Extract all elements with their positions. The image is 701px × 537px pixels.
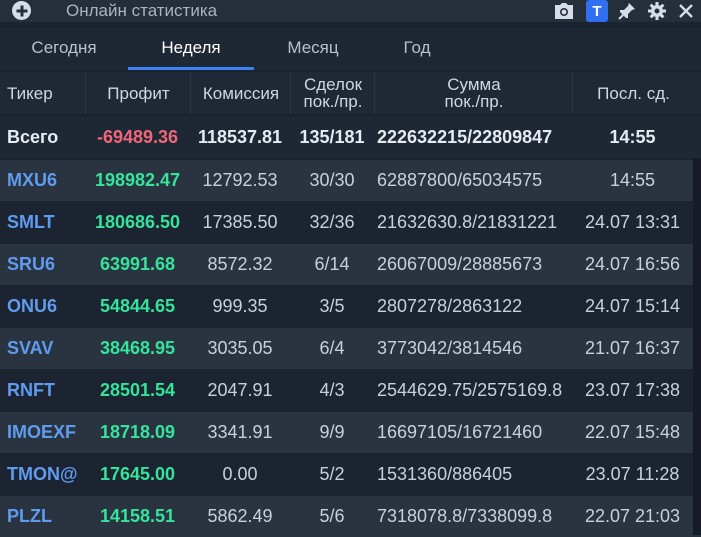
tab-year[interactable]: Год [372, 28, 462, 68]
table-row[interactable]: IMOEXF 18718.09 3341.91 9/9 16697105/1672146… [0, 412, 701, 453]
row-ticker: IMOEXF [7, 422, 77, 442]
row-last-deal: 14:55 [609, 170, 656, 190]
row-deals: 4/3 [319, 380, 345, 400]
title-bar: Онлайн статистика T [0, 0, 701, 22]
row-sum: 7318078.8/7338099.8 [377, 506, 553, 526]
row-last-deal: 22.07 21:03 [584, 506, 681, 526]
table-row[interactable]: PLZL 14158.51 5862.49 5/6 7318078.8/7338099.… [0, 496, 701, 537]
tab-week[interactable]: Неделя [128, 28, 254, 70]
row-ticker: ONU6 [7, 296, 58, 316]
row-commission: 17385.50 [202, 212, 278, 232]
row-ticker: PLZL [7, 506, 52, 526]
table-row[interactable]: SRU6 63991.68 8572.32 6/14 26067009/28885673… [0, 244, 701, 285]
table-row[interactable]: TMON@ 17645.00 0.00 5/2 1531360/886405 23.07 … [0, 454, 701, 495]
row-sum: 16697105/16721460 [377, 422, 543, 442]
window-title: Онлайн статистика [66, 1, 218, 20]
table-row[interactable]: ONU6 54844.65 999.35 3/5 2807278/2863122 24.0… [0, 286, 701, 327]
tab-today[interactable]: Сегодня [0, 28, 128, 68]
row-sum: 2807278/2863122 [377, 296, 523, 316]
row-deals: 6/4 [319, 338, 345, 358]
header-deals[interactable]: Сделок пок./пр. [290, 72, 375, 114]
row-last-deal: 21.07 16:37 [584, 338, 681, 358]
row-ticker: RNFT [7, 380, 55, 400]
row-commission: 5862.49 [207, 506, 273, 526]
add-icon[interactable] [12, 1, 31, 20]
row-ticker: MXU6 [7, 170, 58, 190]
camera-icon[interactable] [552, 1, 576, 21]
row-deals: 6/14 [314, 254, 350, 274]
row-profit: 198982.47 [94, 170, 181, 190]
row-profit: 17645.00 [99, 464, 176, 484]
row-commission: 0.00 [222, 464, 258, 484]
table-header: Тикер Профит Комиссия Сделок пок./пр. Су… [0, 72, 701, 114]
row-ticker: SMLT [7, 212, 55, 232]
row-ticker: SRU6 [7, 254, 56, 274]
total-profit: -69489.36 [96, 127, 179, 147]
row-sum: 62887800/65034575 [377, 170, 543, 190]
row-profit: 28501.54 [99, 380, 176, 400]
row-deals: 5/2 [319, 464, 345, 484]
row-profit: 38468.95 [99, 338, 176, 358]
scrollbar[interactable] [693, 158, 701, 535]
row-sum: 3773042/3814546 [377, 338, 523, 358]
total-sum: 222632215/22809847 [377, 127, 553, 147]
row-commission: 8572.32 [207, 254, 273, 274]
total-commission: 118537.81 [197, 127, 283, 147]
table-row[interactable]: RNFT 28501.54 2047.91 4/3 2544629.75/2575169… [0, 370, 701, 411]
row-profit: 54844.65 [99, 296, 176, 316]
row-commission: 2047.91 [207, 380, 273, 400]
header-ticker[interactable]: Тикер [0, 72, 85, 114]
row-last-deal: 24.07 13:31 [584, 212, 681, 232]
total-label: Всего [7, 127, 59, 147]
header-sum[interactable]: Сумма пок./пр. [374, 72, 573, 114]
row-commission: 3035.05 [207, 338, 273, 358]
row-ticker: SVAV [7, 338, 54, 358]
total-row[interactable]: Всего -69489.36 118537.81 135/181 222632… [0, 117, 701, 158]
row-last-deal: 23.07 11:28 [585, 464, 680, 484]
pin-icon[interactable] [616, 1, 638, 21]
table-row[interactable]: MXU6 198982.47 12792.53 30/30 62887800/65034… [0, 160, 701, 201]
row-deals: 9/9 [319, 422, 345, 442]
table-row[interactable]: SVAV 38468.95 3035.05 6/4 3773042/3814546 21.… [0, 328, 701, 369]
row-commission: 12792.53 [202, 170, 278, 190]
row-profit: 14158.51 [99, 506, 176, 526]
table-row[interactable]: SMLT 180686.50 17385.50 32/36 21632630.8/218… [0, 202, 701, 243]
row-sum: 26067009/28885673 [377, 254, 543, 274]
row-deals: 5/6 [319, 506, 345, 526]
row-profit: 180686.50 [94, 212, 181, 232]
row-last-deal: 22.07 15:48 [584, 422, 681, 442]
row-sum: 1531360/886405 [377, 464, 513, 484]
row-commission: 3341.91 [207, 422, 273, 442]
gear-icon[interactable] [646, 1, 668, 21]
row-last-deal: 24.07 15:14 [584, 296, 681, 316]
row-profit: 18718.09 [99, 422, 176, 442]
row-profit: 63991.68 [99, 254, 176, 274]
total-deals: 135/181 [299, 127, 365, 147]
header-profit[interactable]: Профит [85, 72, 191, 114]
header-commission[interactable]: Комиссия [190, 72, 291, 114]
tab-month[interactable]: Месяц [254, 28, 372, 68]
row-sum: 21632630.8/21831221 [377, 212, 558, 232]
row-sum: 2544629.75/2575169.8 [377, 380, 563, 400]
row-deals: 32/36 [309, 212, 355, 232]
t-button[interactable]: T [586, 0, 608, 22]
row-ticker: TMON@ [7, 464, 78, 484]
period-tabs: Сегодня Неделя Месяц Год [0, 28, 701, 70]
total-last-deal: 14:55 [609, 127, 656, 147]
row-deals: 30/30 [309, 170, 355, 190]
row-commission: 999.35 [212, 296, 268, 316]
row-last-deal: 23.07 17:38 [584, 380, 681, 400]
header-last-deal[interactable]: Посл. сд. [572, 72, 694, 114]
row-deals: 3/5 [319, 296, 345, 316]
row-last-deal: 24.07 16:56 [584, 254, 681, 274]
close-icon[interactable] [676, 1, 696, 21]
